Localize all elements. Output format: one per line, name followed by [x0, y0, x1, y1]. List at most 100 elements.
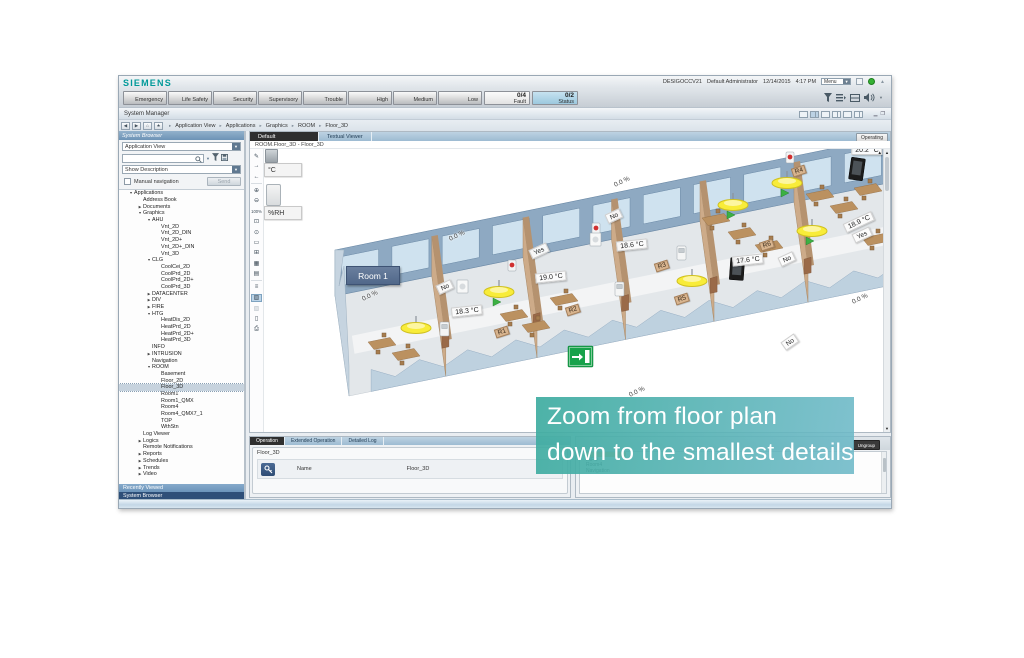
status-summary-chip[interactable]: 0/2Status	[532, 91, 578, 105]
tree-item-room1-qmx[interactable]: Room1_QMX	[119, 397, 244, 404]
filter-icon[interactable]	[824, 93, 832, 102]
window-icon[interactable]	[856, 78, 863, 85]
collapse-up-icon[interactable]: ▲	[880, 79, 885, 85]
zoom-area-icon[interactable]: ⊞	[251, 249, 262, 257]
vertical-scrollbar[interactable]: ▲ ▼	[883, 149, 890, 432]
fault-summary-chip[interactable]: 0/4Fault	[484, 91, 530, 105]
print-icon[interactable]: ⎙	[251, 325, 262, 333]
menu-dropdown[interactable]: Menu▼	[821, 78, 851, 85]
back-icon[interactable]: ←	[251, 173, 262, 181]
page-icon[interactable]: ▯	[251, 315, 262, 323]
breadcrumb-item[interactable]: ROOM	[298, 123, 315, 129]
save-icon[interactable]	[221, 154, 228, 163]
floorplan-canvas[interactable]: °C %RH Room 1 18.3 °C19.0 °C18.6 °C17.6 …	[250, 149, 884, 432]
tree-item-coolprd-3d[interactable]: CoolPrd_3D	[119, 284, 244, 291]
tree-item-heatprd-2d[interactable]: HeatPrd_2D	[119, 324, 244, 331]
tree-item-floor-3d[interactable]: Floor_3D	[119, 384, 244, 391]
tree-item-datacenter[interactable]: ▶DATACENTER	[119, 290, 244, 297]
tree-item-documents[interactable]: ▶Documents	[119, 203, 244, 210]
zoom-selection-icon[interactable]: ⊡	[251, 218, 262, 226]
scrollbar-thumb[interactable]	[885, 157, 889, 191]
tree-item-room4[interactable]: Room4	[119, 404, 244, 411]
chevron-down-small-icon[interactable]: ▼	[879, 95, 883, 100]
tab-default[interactable]: Default	[250, 132, 319, 141]
tree-item-heatdis-2d[interactable]: HeatDis_2D	[119, 317, 244, 324]
tree-item-coolprd-2d-[interactable]: CoolPrd_2D+	[119, 277, 244, 284]
tree-item-top[interactable]: TOP	[119, 417, 244, 424]
tree-item-info[interactable]: INFO	[119, 344, 244, 351]
tree-item-intrusion[interactable]: ▶INTRUSION	[119, 351, 244, 358]
tree-item-vnt-3d[interactable]: Vnt_3D	[119, 250, 244, 257]
tree-item-wthstn[interactable]: WthStn	[119, 424, 244, 431]
vertical-scrollbar[interactable]	[881, 452, 886, 493]
tree-item-heatprd-3d[interactable]: HeatPrd_3D	[119, 337, 244, 344]
tree-item-room4-qmx7-1[interactable]: Room4_QMX7_1	[119, 411, 244, 418]
edit-icon[interactable]: ✎	[251, 152, 262, 160]
filter-icon[interactable]	[212, 153, 219, 163]
layout-option-icon[interactable]	[843, 111, 852, 118]
ungroup-button[interactable]: Ungroup	[853, 440, 880, 450]
search-dropdown-icon[interactable]: ▼	[206, 156, 210, 161]
tree-item-vnt-2d-[interactable]: Vnt_2D+	[119, 237, 244, 244]
tree-item-address-book[interactable]: Address Book	[119, 197, 244, 204]
send-button[interactable]: Send	[207, 177, 241, 186]
alarm-category-button-supervisory[interactable]: Supervisory	[258, 91, 302, 105]
alarm-category-button-low[interactable]: Low	[438, 91, 482, 105]
recently-viewed-panel-bar[interactable]: Recently Viewed	[119, 484, 244, 492]
temp-unit-legend[interactable]: °C	[264, 163, 302, 177]
property-value[interactable]: Floor_3D	[407, 466, 430, 472]
tree-item-video[interactable]: ▶Video	[119, 471, 244, 478]
alarm-category-button-high[interactable]: High	[348, 91, 392, 105]
tree-item-floor-2d[interactable]: Floor_2D	[119, 377, 244, 384]
breadcrumb-item[interactable]: Graphics	[266, 123, 288, 129]
tree-item-coolprd-2d[interactable]: CoolPrd_2D	[119, 270, 244, 277]
temperature-sensor-device[interactable]	[265, 149, 278, 163]
alarm-category-button-trouble[interactable]: Trouble	[303, 91, 347, 105]
alarm-category-button-life-safety[interactable]: Life Safety	[168, 91, 212, 105]
tree-item-vnt-2d-din[interactable]: Vnt_2D_DIN	[119, 230, 244, 237]
layout-option-icon[interactable]	[799, 111, 808, 118]
speaker-icon[interactable]	[864, 93, 875, 102]
disabled-tool-icon[interactable]: ▧	[251, 304, 262, 312]
magnifier-icon[interactable]: ⊙	[251, 228, 262, 236]
layers-icon[interactable]: ▤	[251, 270, 262, 278]
breadcrumb-item[interactable]: Applications	[226, 123, 256, 129]
tree-item-div[interactable]: ▶DIV	[119, 297, 244, 304]
restore-icon[interactable]: ❐	[881, 111, 885, 117]
tree-item-basement[interactable]: Basement	[119, 371, 244, 378]
description-selector-dropdown[interactable]: Show Description▼	[122, 165, 241, 174]
humidity-unit-legend[interactable]: %RH	[264, 206, 302, 220]
tree-item-heatprd-2d-[interactable]: HeatPrd_2D+	[119, 330, 244, 337]
tree-item-vnt-2d[interactable]: Vnt_2D	[119, 223, 244, 230]
event-list-icon[interactable]	[836, 93, 846, 102]
room1-banner[interactable]: Room 1	[346, 266, 400, 285]
scroll-up-icon[interactable]: ▲	[878, 150, 882, 155]
tree-item-applications[interactable]: ▼Applications	[119, 190, 244, 197]
align-icon[interactable]: ≡	[251, 283, 262, 291]
tree-item-fire[interactable]: ▶FIRE	[119, 304, 244, 311]
nav-forward-button[interactable]: ▶	[132, 122, 141, 130]
system-browser-header[interactable]: System Browser	[119, 131, 244, 140]
tab-extended-operation[interactable]: Extended Operation	[285, 437, 342, 445]
tree-item-ahu[interactable]: ▼AHU	[119, 217, 244, 224]
tree-item-navigation[interactable]: Navigation	[119, 357, 244, 364]
zoom-out-icon[interactable]: ⊖	[251, 197, 262, 205]
zoom-in-icon[interactable]: ⊕	[251, 187, 262, 195]
layout-option-icon[interactable]	[832, 111, 841, 118]
humidity-sensor-device[interactable]	[266, 184, 281, 206]
tree-item-log-viewer[interactable]: Log Viewer	[119, 431, 244, 438]
manual-navigation-checkbox[interactable]	[124, 178, 131, 185]
tree-item-coolcei-2d[interactable]: CoolCei_2D	[119, 264, 244, 271]
property-row[interactable]: Name Floor_3D	[257, 459, 563, 479]
alarm-category-button-emergency[interactable]: Emergency	[123, 91, 167, 105]
tree-item-htg[interactable]: ▼HTG	[119, 310, 244, 317]
forward-icon[interactable]: →	[251, 162, 262, 170]
breadcrumb-item[interactable]: Floor_3D	[325, 123, 348, 129]
tree-item-clg[interactable]: ▼CLG	[119, 257, 244, 264]
favorite-button[interactable]: ★	[154, 122, 163, 130]
tab-operation[interactable]: Operation	[250, 437, 285, 445]
tree-item-logics[interactable]: ▶Logics	[119, 437, 244, 444]
view-selector-dropdown[interactable]: Application View▼	[122, 142, 241, 151]
tree-item-room[interactable]: ▼ROOM	[119, 364, 244, 371]
tree-item-schedules[interactable]: ▶Schedules	[119, 458, 244, 465]
